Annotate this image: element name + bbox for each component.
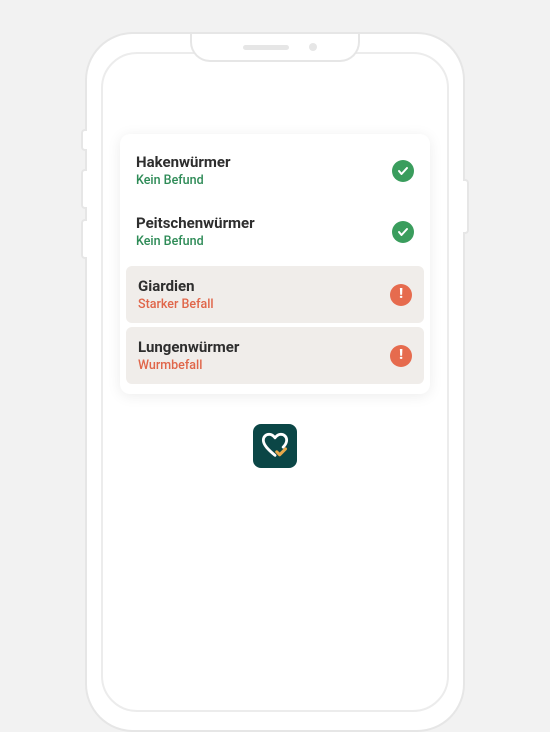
front-camera xyxy=(309,43,317,51)
mute-switch xyxy=(81,129,87,151)
results-card: Hakenwürmer Kein Befund Peitschenwürmer … xyxy=(120,134,430,394)
result-row[interactable]: Giardien Starker Befall xyxy=(126,266,424,323)
result-row[interactable]: Peitschenwürmer Kein Befund xyxy=(120,201,430,262)
exclamation-icon xyxy=(390,345,412,367)
result-subtitle: Wurmbefall xyxy=(138,358,239,373)
phone-screen: Hakenwürmer Kein Befund Peitschenwürmer … xyxy=(101,52,449,712)
speaker-grille xyxy=(243,45,289,50)
result-row[interactable]: Hakenwürmer Kein Befund xyxy=(120,140,430,201)
result-title: Hakenwürmer xyxy=(136,153,231,171)
result-title: Giardien xyxy=(138,277,214,295)
app-icon[interactable] xyxy=(253,424,297,468)
checkmark-icon xyxy=(392,160,414,182)
volume-up-button xyxy=(81,169,87,209)
power-button xyxy=(463,179,469,234)
result-title: Peitschenwürmer xyxy=(136,214,255,232)
result-row[interactable]: Lungenwürmer Wurmbefall xyxy=(126,327,424,384)
result-subtitle: Starker Befall xyxy=(138,297,214,312)
phone-notch xyxy=(190,34,360,62)
volume-down-button xyxy=(81,219,87,259)
result-subtitle: Kein Befund xyxy=(136,173,231,188)
heart-check-icon xyxy=(261,432,289,460)
checkmark-icon xyxy=(392,221,414,243)
result-title: Lungenwürmer xyxy=(138,338,239,356)
result-subtitle: Kein Befund xyxy=(136,234,255,249)
phone-frame: Hakenwürmer Kein Befund Peitschenwürmer … xyxy=(85,32,465,732)
exclamation-icon xyxy=(390,284,412,306)
